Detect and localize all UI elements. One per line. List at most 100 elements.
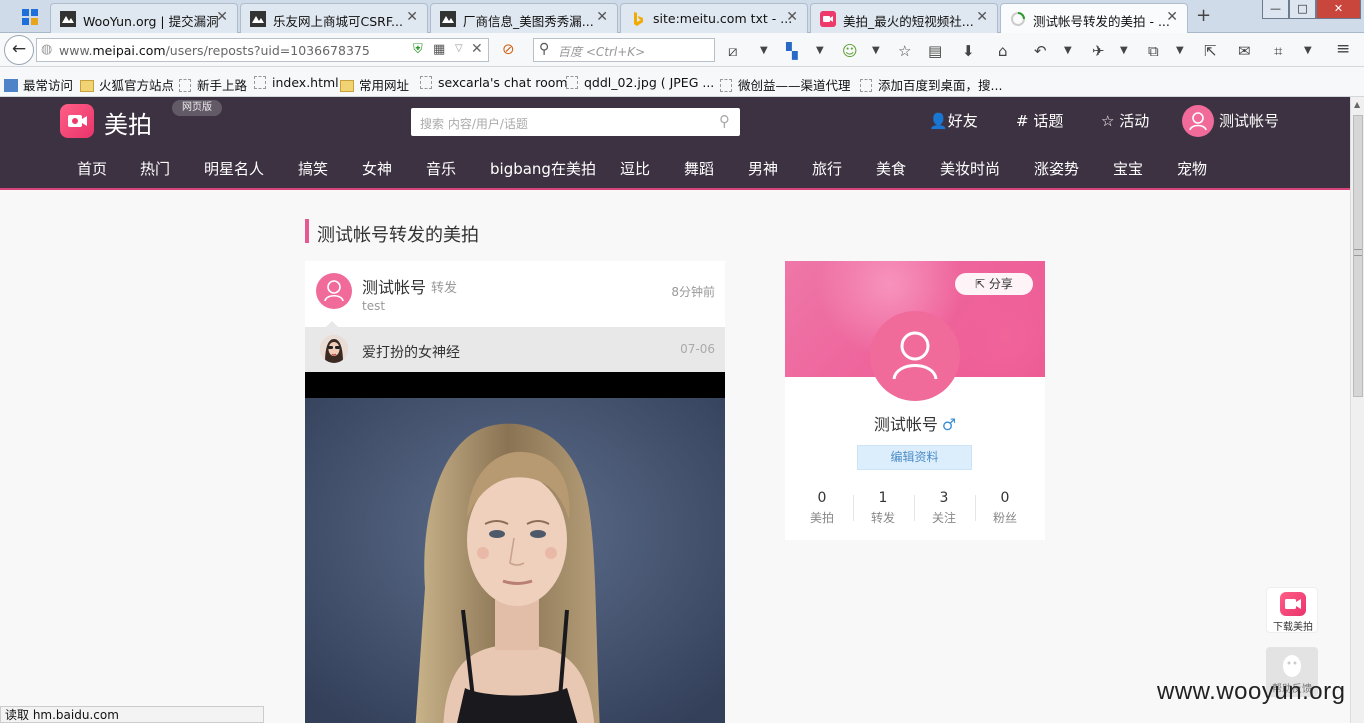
dropdown-arrow-icon[interactable]: ▼ — [760, 45, 768, 56]
dropdown-arrow-icon[interactable]: ▼ — [872, 45, 880, 56]
maximize-button[interactable]: □ — [1289, 0, 1316, 19]
dropdown-arrow-icon[interactable]: ▼ — [1176, 45, 1184, 56]
video-player[interactable] — [305, 372, 725, 723]
tab-current-reposts[interactable]: 测试帐号转发的美拍 - ... ✕ — [1000, 3, 1188, 33]
profile-avatar[interactable] — [870, 311, 960, 401]
bookmark-index-html[interactable]: index.html — [254, 75, 339, 90]
window-close-button[interactable]: ✕ — [1316, 0, 1361, 19]
category-item[interactable]: 音乐 — [426, 158, 456, 179]
repost-card: 测试帐号 转发 test 8分钟前 爱打扮的女神经 07-06 — [305, 261, 725, 723]
security-shield-icon[interactable]: ⛨ — [413, 42, 423, 57]
category-item[interactable]: 女神 — [362, 158, 392, 179]
download-icon[interactable]: ⬇ — [962, 42, 975, 60]
dropdown-arrow-icon[interactable]: ▼ — [1120, 45, 1128, 56]
dropdown-arrow-icon[interactable]: ▼ — [816, 45, 824, 56]
site-search-input[interactable]: 搜索 内容/用户/话题 ⚲ — [411, 108, 740, 136]
bookmark-channel-agent[interactable]: 微创益——渠道代理 — [720, 75, 851, 94]
original-post-title[interactable]: 爱打扮的女神经 — [362, 342, 460, 362]
category-item[interactable]: 旅行 — [812, 158, 842, 179]
category-item[interactable]: bigbang在美拍 — [490, 158, 596, 179]
user-avatar[interactable] — [1182, 105, 1214, 137]
stat-followers[interactable]: 0 粉丝 — [975, 490, 1035, 526]
meipai-logo-icon[interactable] — [60, 104, 94, 138]
reposter-avatar[interactable] — [316, 273, 352, 309]
tab-wooyun[interactable]: WooYun.org | 提交漏洞 ✕ — [50, 3, 238, 33]
logo-text[interactable]: 美拍 — [104, 105, 152, 140]
tab-vendor-info[interactable]: 厂商信息_美图秀秀漏... ✕ — [430, 3, 618, 33]
back-button[interactable]: ← — [4, 35, 34, 65]
category-item[interactable]: 男神 — [748, 158, 778, 179]
share-page-icon[interactable]: ⇱ — [1204, 42, 1217, 60]
browser-status-bar: 读取 hm.baidu.com — [0, 706, 264, 723]
adblock-icon[interactable]: ✈ — [1092, 42, 1105, 60]
category-item[interactable]: 美妆时尚 — [940, 158, 1000, 179]
category-item[interactable]: 美食 — [876, 158, 906, 179]
share-button[interactable]: ⇱ 分享 — [955, 273, 1033, 295]
dropdown-arrow-icon[interactable]: ▼ — [1304, 45, 1312, 56]
download-app-button[interactable]: 下载美拍 — [1266, 587, 1318, 633]
bookmark-jpeg[interactable]: qddl_02.jpg ( JPEG ... — [566, 75, 714, 90]
category-item[interactable]: 舞蹈 — [684, 158, 714, 179]
tab-bing-search[interactable]: site:meitu.com txt - ... ✕ — [620, 3, 808, 33]
original-post-row[interactable]: 爱打扮的女神经 07-06 — [305, 327, 725, 372]
stat-reposts[interactable]: 1 转发 — [853, 490, 913, 526]
undo-icon[interactable]: ↶ — [1034, 42, 1047, 60]
reposter-name[interactable]: 测试帐号 — [362, 274, 426, 298]
scroll-up-arrow-icon[interactable]: ▲ — [1354, 100, 1360, 109]
nav-activities[interactable]: ☆ 活动 — [1101, 110, 1149, 131]
tab-close-icon[interactable]: ✕ — [216, 9, 228, 25]
url-text: www.meipai.com/users/reposts?uid=1036678… — [59, 43, 370, 58]
apps-grid-icon[interactable]: ▚ — [786, 42, 798, 60]
nav-friends[interactable]: 👤好友 — [929, 110, 978, 131]
dropdown-arrow-icon[interactable]: ▼ — [1064, 45, 1072, 56]
tab-close-icon[interactable]: ✕ — [406, 9, 418, 25]
addon-icon[interactable]: ⊘ — [502, 40, 515, 58]
window-icon[interactable]: ⧉ — [1148, 42, 1159, 60]
crop-icon[interactable]: ⌗ — [1274, 42, 1282, 60]
chat-icon[interactable]: ✉ — [1238, 42, 1251, 60]
hamburger-menu-icon[interactable]: ≡ — [1336, 39, 1350, 59]
nav-topics[interactable]: # 话题 — [1016, 110, 1063, 131]
bookmark-common-sites[interactable]: 常用网址 — [340, 75, 409, 94]
edit-profile-button[interactable]: 编辑资料 — [857, 445, 972, 470]
bookmark-firefox-official[interactable]: 火狐官方站点 — [80, 75, 174, 94]
qr-code-icon[interactable]: ▦ — [433, 42, 445, 57]
tab-close-icon[interactable]: ✕ — [596, 9, 608, 25]
category-item[interactable]: 宝宝 — [1113, 158, 1143, 179]
bookmark-add-baidu[interactable]: 添加百度到桌面，搜... — [860, 75, 1002, 94]
smiley-icon[interactable]: ☺ — [842, 42, 858, 60]
page-scrollbar[interactable]: ▲ — [1350, 97, 1364, 723]
minimize-button[interactable]: — — [1262, 0, 1289, 19]
tab-close-icon[interactable]: ✕ — [976, 9, 988, 25]
tab-close-icon[interactable]: ✕ — [786, 9, 798, 25]
url-bar[interactable]: ◍ www.meipai.com/users/reposts?uid=10366… — [36, 38, 489, 62]
tab-leyou-csrf[interactable]: 乐友网上商城可CSRF... ✕ — [240, 3, 428, 33]
bookmark-star-icon[interactable]: ☆ — [898, 42, 911, 60]
category-item[interactable]: 首页 — [77, 158, 107, 179]
home-icon[interactable]: ⌂ — [998, 42, 1008, 60]
stat-posts[interactable]: 0 美拍 — [792, 490, 852, 526]
stat-following[interactable]: 3 关注 — [914, 490, 974, 526]
history-dropdown-icon[interactable]: ▽ — [455, 43, 463, 54]
nav-account-name[interactable]: 测试帐号 — [1219, 110, 1279, 131]
tab-meipai-home[interactable]: 美拍_最火的短视频社... ✕ — [810, 3, 998, 33]
bookmark-getting-started[interactable]: 新手上路 — [179, 75, 247, 94]
reading-list-icon[interactable]: ▤ — [928, 42, 942, 60]
category-item[interactable]: 搞笑 — [298, 158, 328, 179]
screenshot-icon[interactable]: ⧄ — [728, 42, 738, 60]
new-tab-button[interactable]: + — [1196, 5, 1211, 26]
category-item[interactable]: 涨姿势 — [1034, 158, 1079, 179]
category-item[interactable]: 宠物 — [1177, 158, 1207, 179]
tab-close-icon[interactable]: ✕ — [1166, 9, 1178, 25]
scrollbar-thumb[interactable] — [1353, 115, 1363, 397]
stop-icon[interactable]: ✕ — [471, 41, 483, 57]
search-icon[interactable]: ⚲ — [719, 112, 730, 130]
bookmark-chat-room[interactable]: sexcarla's chat room — [420, 75, 568, 90]
category-item[interactable]: 明星名人 — [204, 158, 264, 179]
category-item[interactable]: 热门 — [140, 158, 170, 179]
original-author-avatar[interactable] — [320, 335, 348, 363]
bookmark-most-visited[interactable]: 最常访问 — [4, 75, 73, 94]
category-item[interactable]: 逗比 — [620, 158, 650, 179]
browser-search-box[interactable]: ⚲ 百度 <Ctrl+K> — [533, 38, 715, 62]
app-menu-icon[interactable] — [20, 7, 40, 27]
